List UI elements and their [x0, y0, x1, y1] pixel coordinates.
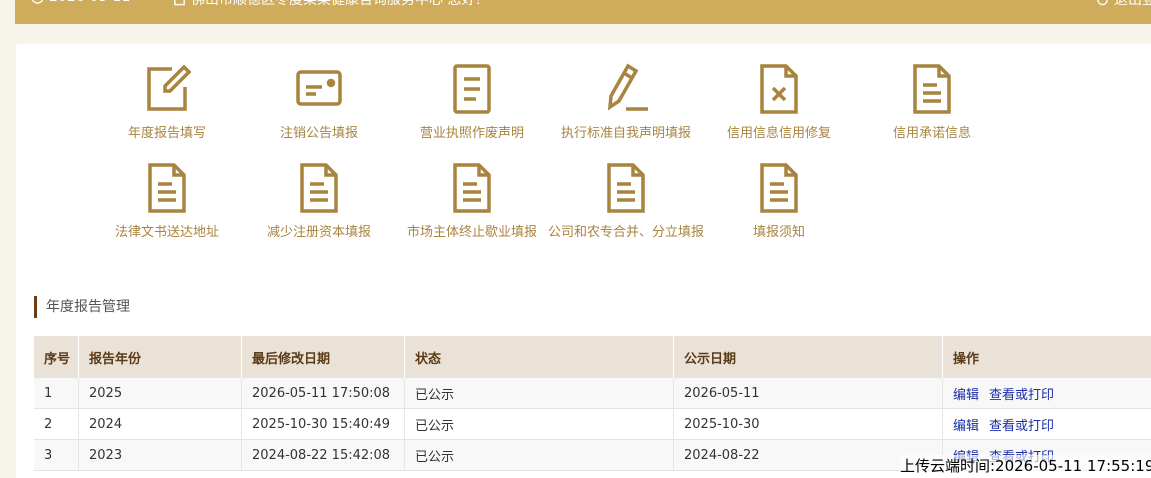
- column-header: 状态: [404, 336, 674, 378]
- power-icon: [1097, 0, 1108, 5]
- main-panel: 年度报告填写 注销公告填报 营业执照作废声明 执行标准自我声明填报 信用信息信用: [16, 44, 1151, 478]
- cell-year: 2024: [78, 408, 242, 440]
- document-icon: [913, 64, 951, 114]
- section-title: 年度报告管理: [34, 296, 130, 318]
- welcome-message: 佛山市顺德区冬度某某健康咨询服务中心 您好!: [173, 0, 481, 9]
- cell-modified: 2024-08-22 15:42:08: [241, 439, 405, 471]
- cell-year: 2023: [78, 439, 242, 471]
- view-print-link[interactable]: 查看或打印: [989, 419, 1054, 434]
- tile-annual-report[interactable]: 年度报告填写: [87, 63, 247, 141]
- cell-status: 已公示: [404, 378, 674, 409]
- upload-time-overlay: 上传云端时间:2026-05-11 17:55:19: [900, 455, 1151, 476]
- top-bar: 2026-05-11 佛山市顺德区冬度某某健康咨询服务中心 您好! 退出登录: [15, 0, 1151, 24]
- tile-label: 信用信息信用修复: [726, 126, 831, 141]
- edit-link[interactable]: 编辑: [953, 419, 979, 434]
- cell-no: 1: [34, 378, 79, 409]
- edit-icon: [147, 64, 192, 111]
- document-icon: [453, 163, 491, 213]
- tile-label: 年度报告填写: [127, 126, 206, 141]
- clock-icon: [31, 0, 44, 4]
- column-header: 报告年份: [78, 336, 242, 378]
- tile-label: 执行标准自我声明填报: [560, 126, 691, 141]
- tile-credit-commitment[interactable]: 信用承诺信息: [852, 63, 1012, 141]
- view-print-link[interactable]: 查看或打印: [989, 388, 1054, 403]
- tile-label: 营业执照作废声明: [419, 126, 524, 141]
- cell-actions: 编辑查看或打印: [942, 378, 1151, 409]
- table-row: 2 2024 2025-10-30 15:40:49 已公示 2025-10-3…: [34, 408, 1151, 440]
- tile-license-void[interactable]: 营业执照作废声明: [392, 63, 552, 141]
- card-icon: [296, 70, 342, 106]
- logout-button[interactable]: 退出登录: [1096, 0, 1151, 9]
- cell-status: 已公示: [404, 439, 674, 471]
- tile-credit-repair[interactable]: 信用信息信用修复: [699, 63, 859, 141]
- tile-standard-declaration[interactable]: 执行标准自我声明填报: [546, 63, 706, 141]
- document-x-icon: [760, 64, 798, 114]
- cell-published: 2025-10-30: [673, 408, 943, 440]
- document-icon: [148, 163, 186, 213]
- tile-label: 减少注册资本填报: [266, 225, 371, 240]
- pencil-icon: [607, 63, 648, 111]
- cell-published: 2026-05-11: [673, 378, 943, 409]
- document-icon: [607, 163, 645, 213]
- document-icon: [760, 163, 798, 213]
- tile-label: 信用承诺信息: [892, 126, 971, 141]
- table-header-row: 序号 报告年份 最后修改日期 状态 公示日期 操作: [34, 336, 1151, 378]
- edit-link[interactable]: 编辑: [953, 388, 979, 403]
- building-icon: [174, 0, 185, 5]
- cell-no: 2: [34, 408, 79, 440]
- date-display: 2026-05-11: [31, 0, 130, 5]
- logout-label: 退出登录: [1114, 0, 1151, 8]
- welcome-text: 佛山市顺德区冬度某某健康咨询服务中心 您好!: [191, 0, 482, 8]
- date-text: 2026-05-11: [49, 0, 130, 5]
- column-header: 最后修改日期: [241, 336, 405, 378]
- column-header: 序号: [34, 336, 79, 378]
- tile-legal-address[interactable]: 法律文书送达地址: [87, 162, 247, 240]
- tile-label: 公司和农专合并、分立填报: [547, 225, 704, 240]
- cell-modified: 2025-10-30 15:40:49: [241, 408, 405, 440]
- cell-year: 2025: [78, 378, 242, 409]
- tile-filing-notice[interactable]: 填报须知: [699, 162, 859, 240]
- tile-merger-split[interactable]: 公司和农专合并、分立填报: [546, 162, 706, 240]
- document-icon: [453, 64, 491, 114]
- tile-label: 注销公告填报: [279, 126, 358, 141]
- cell-status: 已公示: [404, 408, 674, 440]
- cell-modified: 2026-05-11 17:50:08: [241, 378, 405, 409]
- table-row: 1 2025 2026-05-11 17:50:08 已公示 2026-05-1…: [34, 378, 1151, 409]
- document-icon: [300, 163, 338, 213]
- tile-cancellation-notice[interactable]: 注销公告填报: [239, 63, 399, 141]
- column-header: 操作: [942, 336, 1151, 378]
- tile-label: 市场主体终止歇业填报: [406, 225, 537, 240]
- annual-report-table: 序号 报告年份 最后修改日期 状态 公示日期 操作 1 2025 2026-05…: [34, 336, 1151, 471]
- tile-capital-reduction[interactable]: 减少注册资本填报: [239, 162, 399, 240]
- column-header: 公示日期: [673, 336, 943, 378]
- tile-label: 法律文书送达地址: [114, 225, 219, 240]
- tile-termination[interactable]: 市场主体终止歇业填报: [392, 162, 552, 240]
- cell-actions: 编辑查看或打印: [942, 408, 1151, 440]
- tile-label: 填报须知: [752, 225, 805, 240]
- cell-no: 3: [34, 439, 79, 471]
